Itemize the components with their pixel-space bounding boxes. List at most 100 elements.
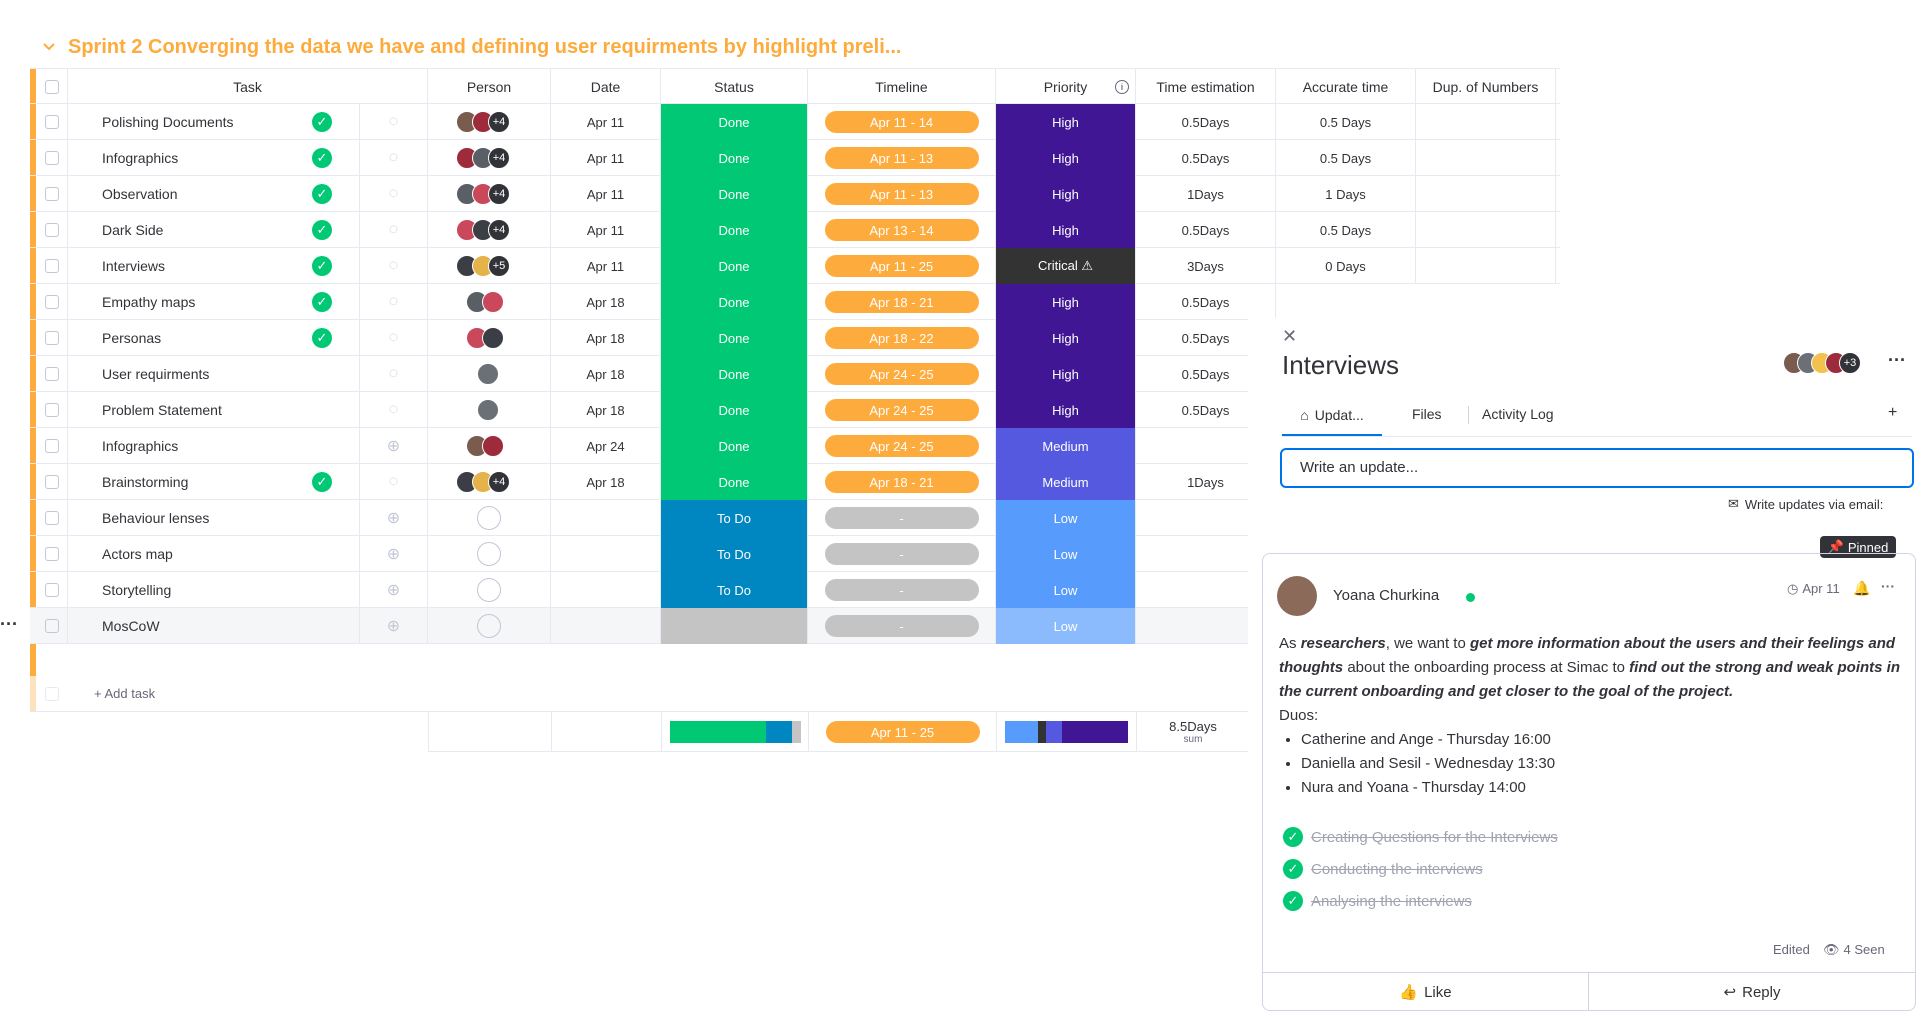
timeline-cell[interactable]: Apr 24 - 25 [808, 356, 996, 392]
date-cell[interactable] [551, 500, 661, 536]
panel-subscribers[interactable]: +3 [1783, 350, 1883, 376]
conversation-icon[interactable]: ◌ [389, 473, 399, 491]
add-update-icon[interactable]: ⊕ [387, 508, 400, 528]
task-cell[interactable]: Problem Statement [68, 392, 360, 428]
table-row[interactable]: Problem Statement ◌ Apr 18 Done Apr 24 - 25 H… [30, 392, 1276, 428]
person-cell[interactable]: +4 [428, 212, 551, 248]
priority-cell[interactable]: High [996, 176, 1136, 212]
table-row[interactable]: Empathy maps ✓ ◌ Apr 18 Done Apr 18 - 21 High 0… [30, 284, 1276, 320]
col-task[interactable]: Task [68, 69, 428, 105]
status-cell[interactable]: Done [661, 284, 808, 320]
row-checkbox[interactable] [44, 367, 59, 381]
timeline-cell[interactable]: Apr 24 - 25 [808, 428, 996, 464]
tab-files[interactable]: Files [1412, 406, 1442, 422]
date-cell[interactable]: Apr 18 [551, 464, 661, 500]
date-cell[interactable]: Apr 11 [551, 104, 661, 140]
status-cell[interactable] [661, 608, 808, 644]
person-cell[interactable] [428, 428, 551, 464]
timeline-cell[interactable]: - [808, 536, 996, 572]
task-cell[interactable]: Empathy maps ✓ [68, 284, 360, 320]
time-estimation-cell[interactable]: 1Days [1136, 176, 1276, 212]
row-checkbox[interactable] [44, 439, 59, 453]
table-row[interactable]: Behaviour lenses ⊕ To Do - Low [30, 500, 1276, 536]
table-row[interactable]: Infographics ✓ ◌ +4 Apr 11 Done Apr 11 - 13 Hig… [30, 140, 1560, 176]
updates-cell[interactable]: ◌ [360, 356, 428, 392]
row-checkbox[interactable] [44, 295, 59, 309]
updates-cell[interactable]: ◌ [360, 392, 428, 428]
updates-cell[interactable]: ◌ [360, 320, 428, 356]
updates-cell[interactable]: ⊕ [360, 428, 428, 464]
post-more-icon[interactable]: ··· [1881, 578, 1895, 594]
task-name[interactable]: Storytelling [102, 582, 171, 598]
priority-cell[interactable]: Low [996, 572, 1136, 608]
checklist-item[interactable]: ✓ Analysing the interviews [1283, 885, 1558, 917]
timeline-cell[interactable]: - [808, 572, 996, 608]
timeline-cell[interactable]: Apr 11 - 13 [808, 176, 996, 212]
status-cell[interactable]: Done [661, 104, 808, 140]
table-row[interactable]: MosCoW ⊕ - Low [30, 608, 1276, 644]
add-update-icon[interactable]: ⊕ [387, 436, 400, 456]
task-name[interactable]: MosCoW [102, 618, 160, 634]
person-cell[interactable]: +4 [428, 464, 551, 500]
conversation-icon[interactable]: ◌ [389, 329, 399, 347]
table-row[interactable]: Interviews ✓ ◌ +5 Apr 11 Done Apr 11 - 25 Criti… [30, 248, 1560, 284]
updates-cell[interactable]: ◌ [360, 176, 428, 212]
col-priority[interactable]: Priority i [996, 69, 1136, 105]
time-estimation-cell[interactable]: 0.5Days [1136, 140, 1276, 176]
conversation-icon[interactable]: ◌ [389, 257, 399, 275]
add-task-input[interactable]: + Add task [94, 686, 155, 701]
time-estimation-cell[interactable]: 0.5Days [1136, 284, 1276, 320]
person-cell[interactable] [428, 572, 551, 608]
table-row[interactable]: Observation ✓ ◌ +4 Apr 11 Done Apr 11 - 13 High… [30, 176, 1560, 212]
row-checkbox[interactable] [44, 475, 59, 489]
status-cell[interactable]: To Do [661, 536, 808, 572]
table-row[interactable]: Storytelling ⊕ To Do - Low [30, 572, 1276, 608]
task-cell[interactable]: Brainstorming ✓ [68, 464, 360, 500]
row-checkbox[interactable] [44, 115, 59, 129]
status-cell[interactable]: Done [661, 464, 808, 500]
updates-cell[interactable]: ⊕ [360, 608, 428, 644]
date-cell[interactable] [551, 572, 661, 608]
date-cell[interactable]: Apr 11 [551, 176, 661, 212]
status-cell[interactable]: Done [661, 212, 808, 248]
accurate-time-cell[interactable]: 0.5 Days [1276, 212, 1416, 248]
table-row[interactable]: Actors map ⊕ To Do - Low [30, 536, 1276, 572]
priority-cell[interactable]: High [996, 104, 1136, 140]
write-update-input[interactable]: Write an update... [1280, 448, 1914, 488]
date-cell[interactable] [551, 608, 661, 644]
col-accurate-time[interactable]: Accurate time [1276, 69, 1416, 105]
task-name[interactable]: User requirments [102, 366, 209, 382]
updates-cell[interactable]: ⊕ [360, 536, 428, 572]
group-title[interactable]: Sprint 2 Converging the data we have and… [68, 36, 901, 59]
task-cell[interactable]: Infographics [68, 428, 360, 464]
status-cell[interactable]: Done [661, 428, 808, 464]
table-row[interactable]: Infographics ⊕ Apr 24 Done Apr 24 - 25 Medium [30, 428, 1276, 464]
row-checkbox[interactable] [44, 511, 59, 525]
table-row[interactable]: Brainstorming ✓ ◌ +4 Apr 18 Done Apr 18 - 21 Me… [30, 464, 1276, 500]
updates-cell[interactable]: ◌ [360, 104, 428, 140]
date-cell[interactable]: Apr 24 [551, 428, 661, 464]
date-cell[interactable]: Apr 11 [551, 212, 661, 248]
conversation-icon[interactable]: ◌ [389, 365, 399, 383]
add-tab-icon[interactable]: + [1888, 404, 1897, 422]
person-cell[interactable]: +5 [428, 248, 551, 284]
updates-cell[interactable]: ◌ [360, 284, 428, 320]
col-dup-numbers[interactable]: Dup. of Numbers [1416, 69, 1556, 105]
task-cell[interactable]: Personas ✓ [68, 320, 360, 356]
priority-cell[interactable]: High [996, 140, 1136, 176]
person-cell[interactable] [428, 356, 551, 392]
date-cell[interactable] [551, 536, 661, 572]
row-checkbox[interactable] [44, 619, 59, 633]
person-cell[interactable] [428, 608, 551, 644]
tab-activity-log[interactable]: Activity Log [1482, 406, 1554, 422]
timeline-cell[interactable]: - [808, 500, 996, 536]
person-cell[interactable]: +4 [428, 104, 551, 140]
task-cell[interactable]: Actors map [68, 536, 360, 572]
timeline-cell[interactable]: Apr 18 - 21 [808, 284, 996, 320]
row-checkbox[interactable] [44, 583, 59, 597]
row-menu-dots[interactable]: ··· [0, 614, 18, 635]
checklist-item[interactable]: ✓ Creating Questions for the Interviews [1283, 821, 1558, 853]
task-cell[interactable]: Dark Side ✓ [68, 212, 360, 248]
col-date[interactable]: Date [551, 69, 661, 105]
dup-numbers-cell[interactable] [1416, 212, 1556, 248]
